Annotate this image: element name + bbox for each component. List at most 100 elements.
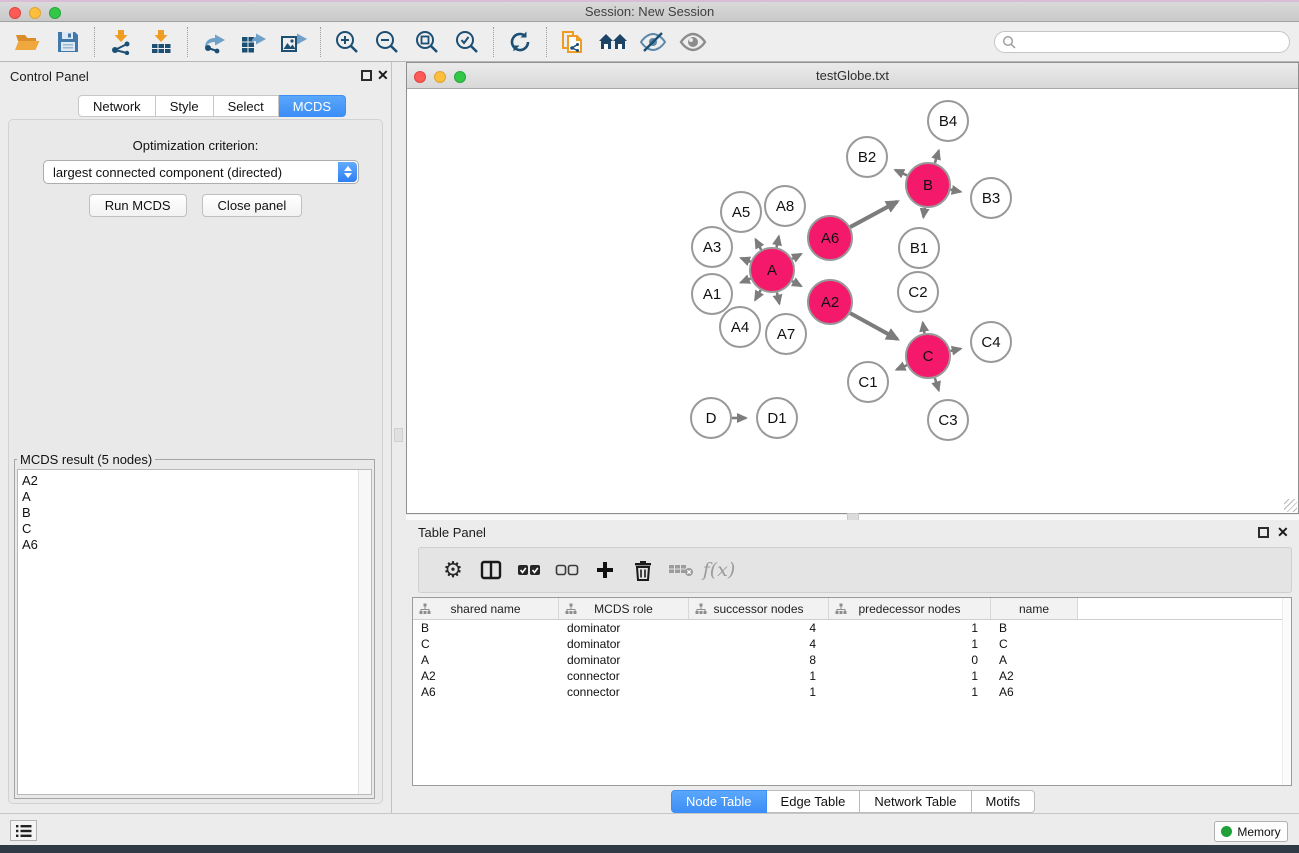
table-body[interactable]: Bdominator41BCdominator41CAdominator80AA…	[413, 620, 1291, 700]
edge-B-B4[interactable]	[935, 151, 939, 163]
table-row[interactable]: A2connector11A2	[413, 668, 1291, 684]
edge-A-A4[interactable]	[755, 290, 761, 300]
export-table-icon[interactable]	[234, 25, 274, 59]
table-cell: 1	[689, 668, 829, 684]
column-header-predecessor-nodes[interactable]: predecessor nodes	[829, 598, 991, 619]
mcds-result-item[interactable]: B	[22, 505, 358, 521]
edge-C-C4[interactable]	[950, 349, 960, 351]
edge-A-A2[interactable]	[792, 281, 801, 286]
table-cell: 0	[829, 652, 991, 668]
node-label-C4: C4	[981, 334, 1000, 351]
table-cell: dominator	[559, 652, 689, 668]
zoom-in-icon[interactable]	[327, 25, 367, 59]
toolbar-separator	[187, 27, 188, 57]
edge-A6-B[interactable]	[850, 202, 897, 227]
table-row[interactable]: A6connector11A6	[413, 684, 1291, 700]
node-table[interactable]: shared nameMCDS rolesuccessor nodesprede…	[412, 597, 1292, 786]
edge-A-A6[interactable]	[792, 254, 801, 259]
search-field[interactable]	[994, 31, 1290, 53]
toolbar-separator	[94, 27, 95, 57]
edge-A-A3[interactable]	[741, 258, 751, 262]
open-session-icon[interactable]	[8, 25, 48, 59]
export-network-icon[interactable]	[194, 25, 234, 59]
zoom-selected-icon[interactable]	[447, 25, 487, 59]
edge-A-A7[interactable]	[777, 292, 779, 303]
network-window-titlebar[interactable]: testGlobe.txt	[407, 63, 1298, 89]
tab-network[interactable]: Network	[78, 95, 156, 117]
export-image-icon[interactable]	[274, 25, 314, 59]
table-header-row: shared nameMCDS rolesuccessor nodesprede…	[413, 598, 1291, 620]
refresh-icon[interactable]	[500, 25, 540, 59]
show-columns-icon[interactable]	[472, 552, 510, 588]
edge-B-B3[interactable]	[951, 190, 961, 192]
close-table-panel-icon[interactable]: ✕	[1277, 524, 1289, 540]
table-options-icon[interactable]: ⚙	[434, 552, 472, 588]
import-network-icon[interactable]	[101, 25, 141, 59]
search-input[interactable]	[1017, 33, 1289, 51]
float-table-panel-icon[interactable]	[1258, 527, 1269, 538]
mcds-result-item[interactable]: A2	[22, 473, 358, 489]
hide-selected-icon[interactable]	[633, 25, 673, 59]
table-row[interactable]: Bdominator41B	[413, 620, 1291, 636]
table-cell: A6	[991, 684, 1078, 700]
table-cell: 1	[829, 620, 991, 636]
memory-button[interactable]: Memory	[1214, 821, 1288, 842]
column-header-shared-name[interactable]: shared name	[413, 598, 559, 619]
create-column-icon[interactable]	[586, 552, 624, 588]
edge-B-B1[interactable]	[923, 208, 924, 218]
column-header-successor-nodes[interactable]: successor nodes	[689, 598, 829, 619]
criterion-select[interactable]: largest connected component (directed)	[43, 160, 359, 184]
function-builder-icon[interactable]: f(x)	[700, 552, 738, 588]
close-panel-icon[interactable]: ✕	[377, 67, 389, 83]
control-panel-title: Control Panel	[10, 69, 89, 84]
mcds-result-list[interactable]: A2ABCA6	[18, 470, 358, 794]
zoom-out-icon[interactable]	[367, 25, 407, 59]
edge-A-A1[interactable]	[741, 279, 751, 283]
tab-style[interactable]: Style	[156, 95, 214, 117]
edge-A-A8[interactable]	[777, 236, 779, 247]
tab-select[interactable]: Select	[214, 95, 279, 117]
network-canvas[interactable]: B4B2BB3A5A8A6A3B1AA1C2A2A4A7CC4C1C3DD1	[407, 89, 1298, 513]
mcds-result-item[interactable]: C	[22, 521, 358, 537]
task-history-button[interactable]	[10, 820, 37, 841]
mcds-result-item[interactable]: A	[22, 489, 358, 505]
zoom-fit-icon[interactable]	[407, 25, 447, 59]
deselect-all-columns-icon[interactable]	[548, 552, 586, 588]
run-mcds-button[interactable]: Run MCDS	[89, 194, 187, 217]
tab-edge-table[interactable]: Edge Table	[767, 790, 861, 813]
tab-network-table[interactable]: Network Table	[860, 790, 971, 813]
node-label-A6: A6	[821, 230, 839, 247]
import-table-icon[interactable]	[141, 25, 181, 59]
table-row[interactable]: Cdominator41C	[413, 636, 1291, 652]
node-label-C: C	[923, 348, 934, 365]
close-panel-button[interactable]: Close panel	[202, 194, 303, 217]
network-graph[interactable]: B4B2BB3A5A8A6A3B1AA1C2A2A4A7CC4C1C3DD1	[407, 89, 1298, 513]
show-all-icon[interactable]	[673, 25, 713, 59]
edge-A2-C[interactable]	[850, 313, 897, 339]
tab-node-table[interactable]: Node Table	[671, 790, 767, 813]
mcds-panel: Optimization criterion: largest connecte…	[8, 119, 383, 804]
list-scrollbar[interactable]	[358, 470, 371, 794]
save-session-icon[interactable]	[48, 25, 88, 59]
vertical-split-grip[interactable]	[394, 428, 403, 442]
edge-C-C1[interactable]	[896, 365, 906, 370]
edge-B-B2[interactable]	[895, 170, 907, 175]
delete-columns-icon[interactable]	[624, 552, 662, 588]
select-all-columns-icon[interactable]	[510, 552, 548, 588]
edge-C-C3[interactable]	[935, 378, 939, 390]
float-panel-icon[interactable]	[361, 70, 372, 81]
edge-A-A5[interactable]	[756, 239, 762, 249]
table-scrollbar[interactable]	[1282, 598, 1291, 785]
clone-network-icon[interactable]	[553, 25, 593, 59]
edge-C-C2[interactable]	[923, 323, 925, 334]
mcds-result-item[interactable]: A6	[22, 537, 358, 553]
node-label-B3: B3	[982, 190, 1000, 207]
tab-mcds[interactable]: MCDS	[279, 95, 346, 117]
column-header-MCDS-role[interactable]: MCDS role	[559, 598, 689, 619]
resize-grip-icon[interactable]	[1284, 499, 1297, 512]
tab-motifs[interactable]: Motifs	[972, 790, 1036, 813]
apply-layout-icon[interactable]	[593, 25, 633, 59]
delete-table-icon[interactable]	[662, 552, 700, 588]
table-row[interactable]: Adominator80A	[413, 652, 1291, 668]
column-header-name[interactable]: name	[991, 598, 1078, 619]
